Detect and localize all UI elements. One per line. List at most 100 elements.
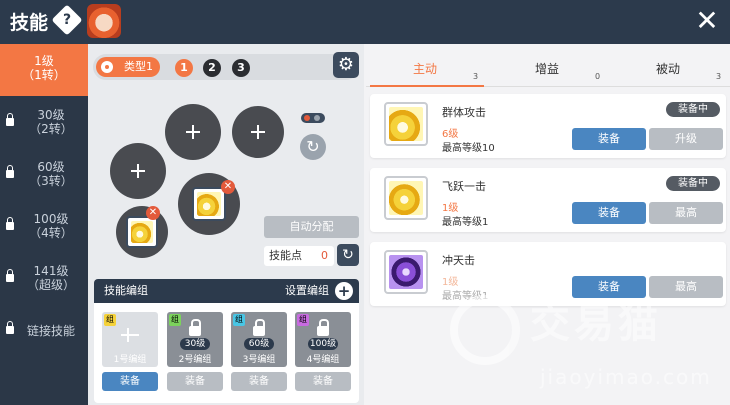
remove-icon[interactable]: ✕ <box>221 180 235 194</box>
group-equip-button[interactable]: 装备 <box>102 372 158 391</box>
group-tag: 组 <box>233 314 245 326</box>
skill-icon <box>126 216 158 248</box>
slot-page-toggle[interactable] <box>301 113 325 123</box>
rank-tab-1[interactable]: 1级 （1转） <box>0 44 88 96</box>
group-name: 4号编组 <box>306 355 340 365</box>
group-tag: 组 <box>297 314 309 326</box>
skill-points-display: 技能点 0 <box>264 246 334 266</box>
plus-icon <box>131 164 145 178</box>
equipped-skill-slot[interactable] <box>116 206 168 258</box>
rank-tab-30[interactable]: 30级 （2转） <box>0 98 88 150</box>
tab-count: 3 <box>716 72 722 81</box>
lock-icon <box>6 217 14 230</box>
page-title: 技能 <box>10 12 49 34</box>
tab-active-skills[interactable]: 主动 <box>370 60 480 77</box>
skill-icon <box>384 250 428 294</box>
rank-tab-141[interactable]: 141级 （超级） <box>0 254 88 306</box>
rank-tab-level: 链接技能 <box>26 324 75 338</box>
skill-max-level: 最高等级1 <box>442 291 489 302</box>
group-card-1[interactable]: 组 1号编组 <box>102 312 158 367</box>
max-level-button[interactable]: 最高 <box>649 202 723 224</box>
equip-button[interactable]: 装备 <box>572 276 646 298</box>
rank-tab-level: 100级 <box>33 212 69 226</box>
empty-skill-slot[interactable] <box>232 106 284 158</box>
reset-icon[interactable]: ↻ <box>337 244 359 266</box>
lock-icon <box>6 269 14 282</box>
preset-number-2[interactable]: 2 <box>203 59 221 77</box>
skill-card: 飞跃一击 1级 最高等级1 装备中 装备 最高 <box>370 168 726 232</box>
lock-icon <box>6 113 14 126</box>
upgrade-button[interactable]: 升级 <box>649 128 723 150</box>
rank-tab-100[interactable]: 100级 （4转） <box>0 202 88 254</box>
skill-card: 群体攻击 6级 最高等级10 装备中 装备 升级 <box>370 94 726 158</box>
skill-level: 6级 <box>442 129 459 140</box>
skill-group-header: 技能编组 设置编组 + <box>94 279 359 303</box>
skill-points-value: 0 <box>321 249 328 262</box>
group-name: 3号编组 <box>242 355 276 365</box>
skill-level: 1级 <box>442 203 459 214</box>
skill-card: 冲天击 1级 最高等级1 装备 最高 <box>370 242 726 306</box>
rank-tab-level: 60级 <box>37 160 65 174</box>
skill-max-level: 最高等级10 <box>442 143 495 154</box>
preset-number-1[interactable]: 1 <box>175 59 193 77</box>
skill-name: 群体攻击 <box>442 106 486 119</box>
skill-max-level: 最高等级1 <box>442 217 489 228</box>
group-required-level: 30级 <box>180 338 210 350</box>
remove-icon[interactable]: ✕ <box>146 206 160 220</box>
plus-icon <box>251 125 265 139</box>
close-icon[interactable]: ✕ <box>692 4 722 38</box>
skill-points-label: 技能点 <box>269 249 302 262</box>
group-equip-button[interactable]: 装备 <box>231 372 287 391</box>
help-glyph: ? <box>62 12 72 28</box>
skill-group-title: 技能编组 <box>104 284 148 297</box>
group-card-4[interactable]: 组 100级 4号编组 <box>295 312 351 367</box>
group-tag: 组 <box>169 314 181 326</box>
type-selector-pill[interactable]: 类型1 <box>96 57 160 77</box>
rank-tab-level: 141级 <box>33 264 69 278</box>
tab-passive-skills[interactable]: 被动 <box>613 60 723 77</box>
character-avatar <box>87 4 121 38</box>
rank-tab-job: （4转） <box>29 226 73 240</box>
group-name: 2号编组 <box>178 355 212 365</box>
add-group-icon[interactable]: + <box>335 282 353 300</box>
lock-icon <box>317 319 329 336</box>
group-equip-button[interactable]: 装备 <box>167 372 223 391</box>
rank-tab-level: 1级 <box>34 54 54 68</box>
skill-name: 飞跃一击 <box>442 180 486 193</box>
equipped-badge: 装备中 <box>666 102 720 117</box>
lock-icon <box>6 321 14 334</box>
group-tag: 组 <box>104 314 116 326</box>
group-required-level: 60级 <box>244 338 274 350</box>
set-group-label[interactable]: 设置编组 <box>285 279 329 303</box>
rank-tab-link-skill[interactable]: 链接技能 <box>0 306 88 358</box>
group-card-2[interactable]: 组 30级 2号编组 <box>167 312 223 367</box>
lock-icon <box>189 319 201 336</box>
rotate-icon[interactable]: ↻ <box>300 134 326 160</box>
max-level-button[interactable]: 最高 <box>649 276 723 298</box>
group-equip-button[interactable]: 装备 <box>295 372 351 391</box>
tab-count: 0 <box>595 72 601 81</box>
empty-skill-slot[interactable] <box>110 143 166 199</box>
plus-icon <box>121 327 139 342</box>
active-tab-indicator <box>370 85 484 87</box>
skill-icon <box>384 102 428 146</box>
rank-tab-60[interactable]: 60级 （3转） <box>0 150 88 202</box>
gear-icon[interactable]: ⚙ <box>333 52 359 78</box>
skill-icon <box>192 187 226 221</box>
empty-skill-slot[interactable] <box>165 104 221 160</box>
group-required-level: 100级 <box>308 338 338 350</box>
rank-tab-job: （3转） <box>29 174 73 188</box>
lock-icon <box>253 319 265 336</box>
equip-button[interactable]: 装备 <box>572 128 646 150</box>
tab-count: 3 <box>473 72 479 81</box>
tab-buff-skills[interactable]: 增益 <box>492 60 602 77</box>
rank-tab-level: 30级 <box>37 108 65 122</box>
group-card-3[interactable]: 组 60级 3号编组 <box>231 312 287 367</box>
rank-tab-job: （超级） <box>26 278 75 292</box>
auto-assign-button[interactable]: 自动分配 <box>264 216 359 238</box>
group-name: 1号编组 <box>113 355 147 365</box>
equip-button[interactable]: 装备 <box>572 202 646 224</box>
help-icon[interactable]: ? <box>51 4 83 36</box>
preset-number-3[interactable]: 3 <box>232 59 250 77</box>
plus-icon <box>186 125 200 139</box>
